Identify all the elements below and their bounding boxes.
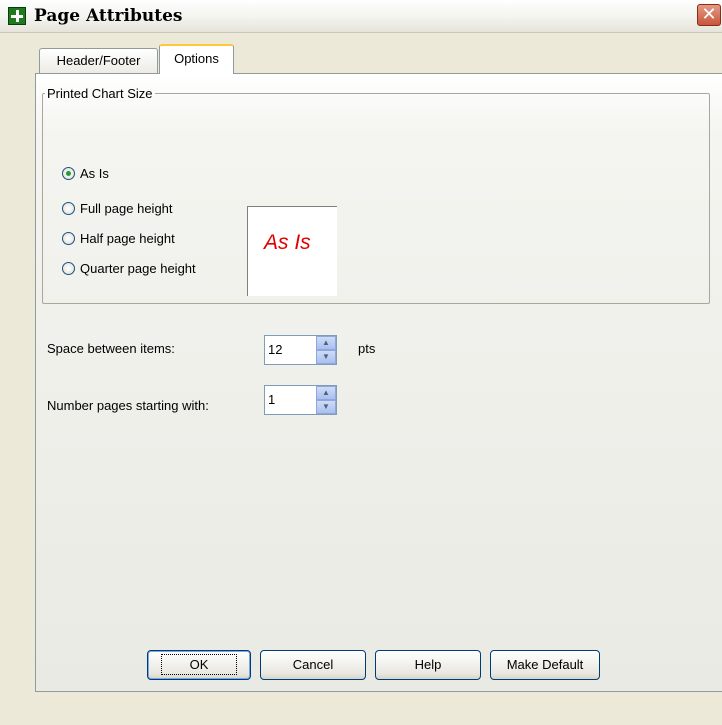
title-bar[interactable]: Page Attributes ✕ — [0, 0, 722, 33]
radio-unchecked-icon[interactable] — [62, 231, 75, 245]
close-button[interactable]: ✕ — [697, 4, 721, 26]
radio-quarter-page-height[interactable]: Quarter page height — [62, 259, 196, 277]
number-pages-label: Number pages starting with: — [47, 398, 209, 413]
make-default-button[interactable]: Make Default — [490, 650, 600, 680]
space-between-spinner[interactable]: 12 ▲ ▼ — [264, 335, 337, 365]
radio-label: Quarter page height — [80, 260, 196, 276]
radio-label: Full page height — [80, 200, 173, 216]
spin-up-icon[interactable]: ▲ — [316, 336, 336, 350]
close-icon: ✕ — [701, 4, 717, 25]
ok-button-label: OK — [160, 654, 238, 675]
tab-label: Options — [174, 51, 219, 66]
chart-size-preview: As Is — [247, 206, 337, 296]
number-pages-input[interactable]: 1 — [268, 392, 275, 407]
preview-text: As Is — [264, 231, 311, 254]
spin-down-icon[interactable]: ▼ — [316, 350, 336, 364]
spin-down-icon[interactable]: ▼ — [316, 400, 336, 414]
app-icon — [8, 7, 26, 25]
tab-header-footer[interactable]: Header/Footer — [39, 48, 158, 73]
window-title: Page Attributes — [34, 6, 183, 26]
cancel-button[interactable]: Cancel — [260, 650, 366, 680]
radio-label: As Is — [80, 165, 109, 181]
radio-unchecked-icon[interactable] — [62, 261, 75, 275]
radio-full-page-height[interactable]: Full page height — [62, 199, 173, 217]
space-between-input[interactable]: 12 — [268, 342, 282, 357]
radio-half-page-height[interactable]: Half page height — [62, 229, 175, 247]
spinner-arrows: ▲ ▼ — [316, 336, 336, 364]
space-unit-label: pts — [358, 341, 376, 356]
page-attributes-dialog: Page Attributes ✕ Header/Footer Options … — [0, 0, 722, 725]
space-between-label: Space between items: — [47, 341, 175, 356]
group-legend: Printed Chart Size — [47, 86, 153, 101]
number-pages-spinner[interactable]: 1 ▲ ▼ — [264, 385, 337, 415]
tab-options[interactable]: Options — [159, 44, 234, 74]
spinner-arrows: ▲ ▼ — [316, 386, 336, 414]
radio-label: Half page height — [80, 230, 175, 246]
ok-button[interactable]: OK — [147, 650, 251, 680]
help-button[interactable]: Help — [375, 650, 481, 680]
tab-label: Header/Footer — [56, 53, 141, 68]
radio-as-is[interactable]: As Is — [62, 164, 109, 182]
radio-unchecked-icon[interactable] — [62, 201, 75, 215]
radio-checked-icon[interactable] — [62, 166, 75, 180]
spin-up-icon[interactable]: ▲ — [316, 386, 336, 400]
